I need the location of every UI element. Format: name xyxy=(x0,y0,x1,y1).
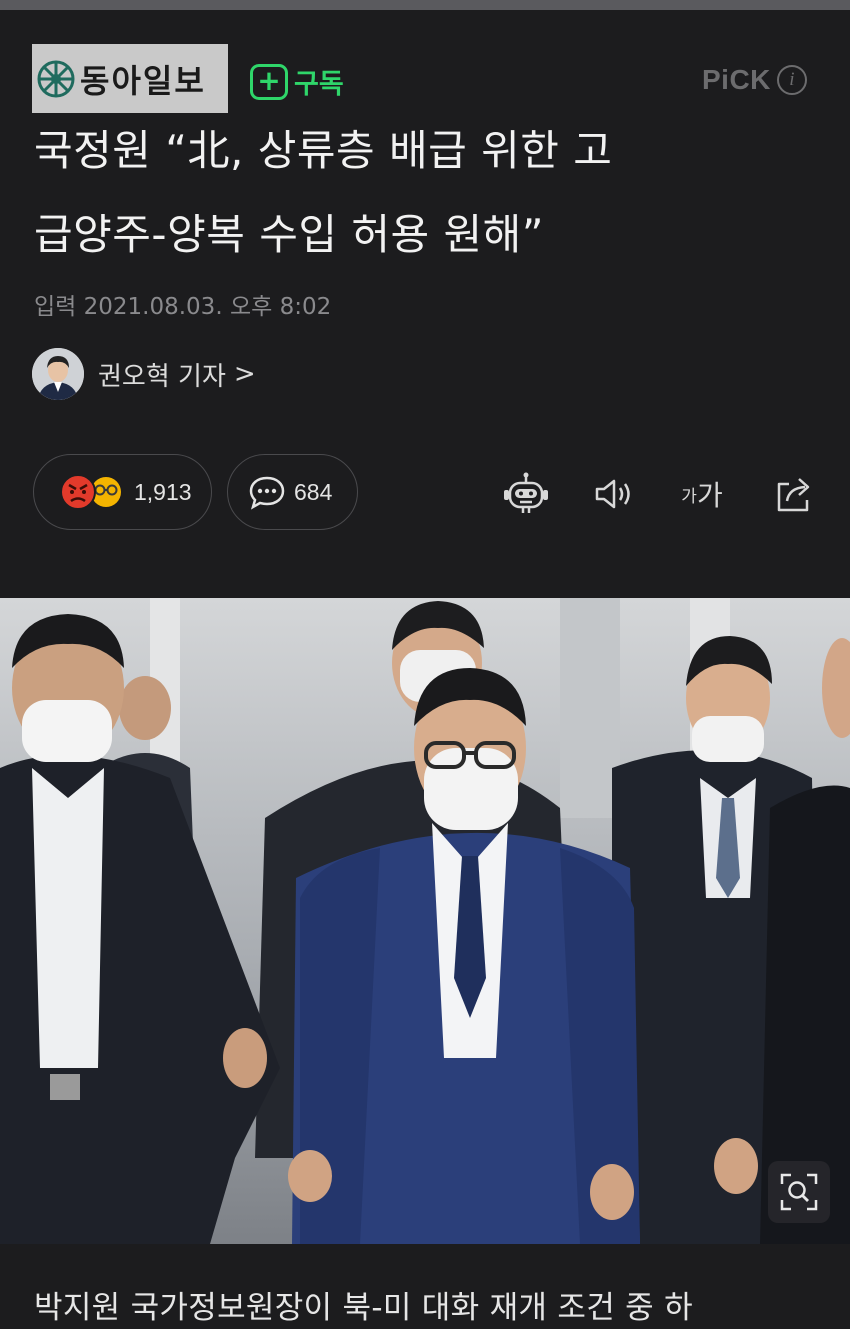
article-photo[interactable] xyxy=(0,598,850,1244)
reaction-faces xyxy=(60,474,121,510)
headline-line: 국정원 “北, 상류층 배급 위한 고 xyxy=(34,126,613,175)
press-emblem-icon xyxy=(37,60,75,97)
reaction-button[interactable]: 1,913 xyxy=(33,454,212,530)
pick-label: PiCK xyxy=(702,64,771,95)
status-bar-strip xyxy=(0,0,850,10)
pick-badge[interactable]: PiCK i xyxy=(702,64,807,96)
comment-button[interactable]: 684 xyxy=(227,454,358,530)
plus-icon: + xyxy=(250,63,288,100)
press-logo[interactable]: 동아일보 xyxy=(32,44,228,113)
comment-count: 684 xyxy=(294,478,333,505)
zoom-search-icon xyxy=(780,1173,818,1211)
info-icon[interactable]: i xyxy=(776,65,807,95)
comment-bubble-icon xyxy=(249,476,285,510)
news-photo-illustration xyxy=(0,598,850,1244)
photo-zoom-button[interactable] xyxy=(768,1161,830,1223)
subscribe-label: 구독 xyxy=(294,69,344,100)
reaction-count: 1,913 xyxy=(134,478,192,505)
press-header: 동아일보 + 구독 PiCK i xyxy=(0,44,850,114)
publish-date: 입력 2021.08.03. 오후 8:02 xyxy=(34,294,332,320)
read-aloud-button[interactable] xyxy=(590,474,638,514)
share-icon xyxy=(777,478,810,512)
article-headline: 국정원 “北, 상류층 배급 위한 고 급양주-양복 수입 허용 원해” xyxy=(34,128,824,296)
press-name: 동아일보 xyxy=(80,61,206,100)
reporter-link[interactable]: 권오혁 기자 > xyxy=(32,348,256,400)
reporter-avatar xyxy=(32,348,84,400)
share-button[interactable] xyxy=(772,474,816,514)
reporter-name: 권오혁 기자 xyxy=(98,361,226,392)
font-size-button[interactable]: 가가 xyxy=(676,474,728,514)
chevron-right-icon: > xyxy=(233,359,256,389)
article-body-first-line: 박지원 국가정보원장이 북-미 대화 재개 조건 중 하 xyxy=(34,1290,693,1326)
subscribe-button[interactable]: + 구독 xyxy=(250,62,344,101)
headline-line: 급양주-양복 수입 허용 원해” xyxy=(34,210,545,259)
article-actions: 1,913 684 가 가 xyxy=(0,454,850,530)
summary-bot-button[interactable] xyxy=(500,472,552,514)
robot-summary-icon xyxy=(504,472,548,513)
angry-face-icon xyxy=(60,474,96,510)
font-size-small-label: 가 xyxy=(681,486,697,507)
person-photo-icon xyxy=(32,348,84,400)
speaker-icon xyxy=(595,479,630,509)
font-size-large-label: 가 xyxy=(696,479,723,512)
